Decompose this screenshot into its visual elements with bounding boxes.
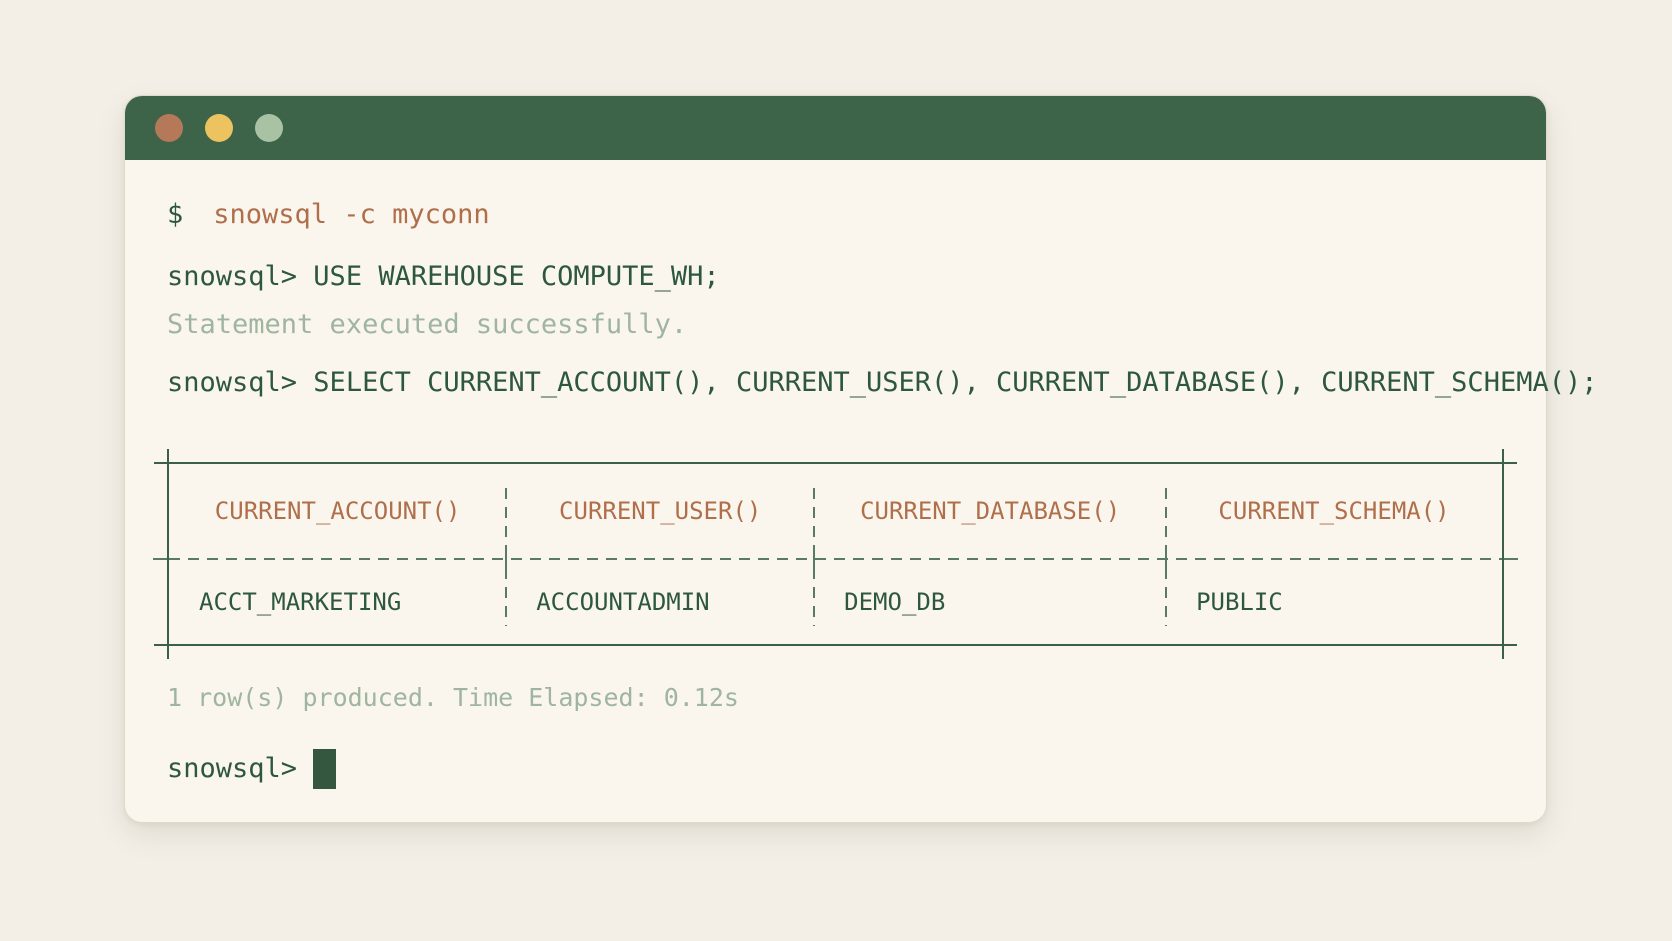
table-corner-tick xyxy=(1502,631,1504,659)
table-header-row: CURRENT_ACCOUNT() CURRENT_USER() CURRENT… xyxy=(169,464,1502,558)
query-result-table: CURRENT_ACCOUNT() CURRENT_USER() CURRENT… xyxy=(153,449,1518,659)
table-header-cell: CURRENT_USER() xyxy=(559,497,762,525)
snowsql-prompt: snowsql> xyxy=(167,261,298,292)
statement-result-text: Statement executed successfully. xyxy=(167,309,688,340)
column-separator xyxy=(1165,488,1168,550)
column-separator xyxy=(813,488,816,550)
close-button-dot[interactable] xyxy=(155,114,183,142)
divider-edge-tick xyxy=(153,558,167,560)
table-cell-account: ACCT_MARKETING xyxy=(199,588,402,616)
table-header-cell: CURRENT_ACCOUNT() xyxy=(214,497,461,525)
use-warehouse-command: USE WAREHOUSE COMPUTE_WH; xyxy=(297,261,720,292)
select-query-command: SELECT CURRENT_ACCOUNT(), CURRENT_USER()… xyxy=(297,367,1598,398)
column-separator xyxy=(1165,568,1168,626)
table-cell-user: ACCOUNTADMIN xyxy=(536,588,710,616)
minimize-button-dot[interactable] xyxy=(205,114,233,142)
terminal-cursor xyxy=(313,749,337,789)
shell-prompt: $ xyxy=(167,199,184,230)
idle-prompt-line[interactable]: snowsql> xyxy=(167,749,1504,789)
use-warehouse-line: snowsql> USE WAREHOUSE COMPUTE_WH; xyxy=(167,259,1504,295)
shell-command-line: $ snowsql -c myconn xyxy=(167,197,1504,233)
terminal-window: $ snowsql -c myconn snowsql> USE WAREHOUS… xyxy=(124,95,1597,823)
column-separator xyxy=(505,488,508,550)
status-line: 1 row(s) produced. Time Elapsed: 0.12s xyxy=(167,683,739,712)
shell-command: snowsql -c myconn xyxy=(213,199,490,230)
select-query-line: snowsql> SELECT CURRENT_ACCOUNT(), CURRE… xyxy=(167,365,1597,401)
table-cell-schema: PUBLIC xyxy=(1196,588,1283,616)
snowsql-prompt: snowsql> xyxy=(167,753,298,784)
divider-edge-tick xyxy=(1504,558,1518,560)
terminal-output[interactable]: $ snowsql -c myconn snowsql> USE WAREHOUS… xyxy=(125,197,1597,789)
column-separator xyxy=(813,568,816,626)
column-separator xyxy=(505,568,508,626)
table-cell-database: DEMO_DB xyxy=(844,588,946,616)
table-row: ACCT_MARKETING ACCOUNTADMIN DEMO_DB PUBL… xyxy=(169,560,1502,644)
window-titlebar xyxy=(125,96,1546,160)
maximize-button-dot[interactable] xyxy=(255,114,283,142)
table-corner-tick xyxy=(1502,449,1504,477)
table-header-cell: CURRENT_SCHEMA() xyxy=(1218,497,1450,525)
table-header-cell: CURRENT_DATABASE() xyxy=(860,497,1121,525)
snowsql-prompt: snowsql> xyxy=(167,367,298,398)
